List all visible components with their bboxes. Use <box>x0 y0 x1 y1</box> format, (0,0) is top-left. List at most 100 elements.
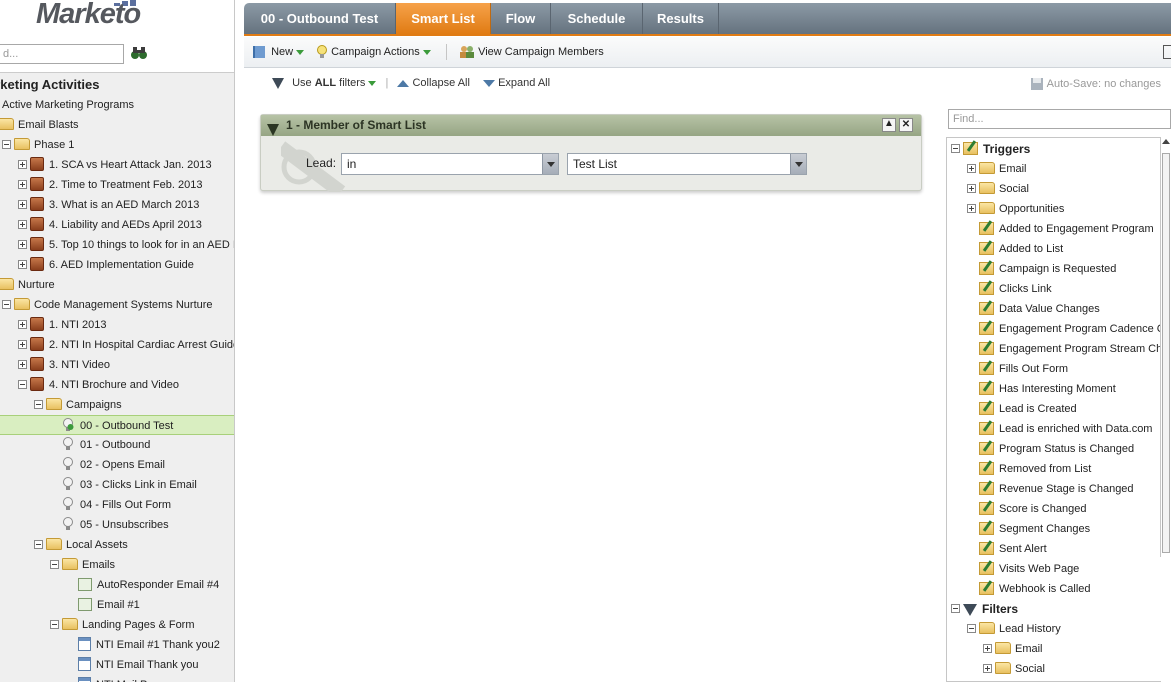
expand-icon[interactable] <box>18 359 27 369</box>
expand-icon[interactable] <box>18 199 27 209</box>
tree-item[interactable]: 04 - Fills Out Form <box>62 495 171 515</box>
trigger-item[interactable]: Fills Out Form <box>979 359 1068 379</box>
filter-folder[interactable]: Social <box>983 659 1045 679</box>
smart-list-select[interactable]: Test List <box>567 153 807 175</box>
trigger-item[interactable]: Sent Alert <box>979 539 1047 559</box>
tree-item[interactable]: Campaigns <box>34 395 122 415</box>
tree-item[interactable]: 3. NTI Video <box>18 355 110 375</box>
operator-select[interactable]: in <box>341 153 559 175</box>
trigger-folder[interactable]: Opportunities <box>967 199 1064 219</box>
trigger-item[interactable]: Removed from List <box>979 459 1091 479</box>
expand-icon[interactable] <box>18 339 27 349</box>
trigger-folder[interactable]: Email <box>967 159 1027 179</box>
tree-item[interactable]: Emails <box>50 555 115 575</box>
expand-all-button[interactable]: Expand All <box>483 77 550 89</box>
tree-item[interactable]: 4. Liability and AEDs April 2013 <box>18 215 202 235</box>
tree-item[interactable]: 2. NTI In Hospital Cardiac Arrest Guide <box>18 335 234 355</box>
filter-card-header[interactable]: 1 - Member of Smart List ▲ ✕ <box>261 115 921 136</box>
collapse-all-button[interactable]: Collapse All <box>397 77 473 89</box>
tree-item[interactable]: 6. AED Implementation Guide <box>18 255 194 275</box>
filter-folder[interactable]: Lead History <box>967 619 1061 639</box>
expand-icon[interactable] <box>18 159 27 169</box>
trigger-item[interactable]: Segment Changes <box>979 519 1090 539</box>
collapse-icon[interactable] <box>951 604 960 614</box>
collapse-icon[interactable] <box>34 399 43 409</box>
trigger-item[interactable]: Campaign is Requested <box>979 259 1116 279</box>
trigger-item[interactable]: Program Status is Changed <box>979 439 1134 459</box>
tree-item[interactable]: 05 - Unsubscribes <box>62 515 169 535</box>
binoculars-icon[interactable] <box>130 45 148 61</box>
expand-icon[interactable] <box>967 163 976 173</box>
tree-item[interactable]: AutoResponder Email #4 <box>78 575 219 595</box>
scroll-up-icon[interactable] <box>1162 139 1170 144</box>
tree-heading[interactable]: arketing Activities <box>0 75 100 95</box>
campaign-actions-button[interactable]: Campaign Actions <box>316 45 431 59</box>
trigger-item[interactable]: Score is Changed <box>979 499 1086 519</box>
expand-icon[interactable] <box>983 663 992 673</box>
collapse-icon[interactable] <box>2 299 11 309</box>
collapse-icon[interactable] <box>18 379 27 389</box>
tree-item[interactable]: 01 - Outbound <box>62 435 150 455</box>
filters-group[interactable]: Filters <box>951 599 1018 619</box>
trigger-folder[interactable]: Social <box>967 179 1029 199</box>
collapse-filter-button[interactable]: ▲ <box>882 118 896 132</box>
expand-icon[interactable] <box>18 239 27 249</box>
trigger-item[interactable]: Added to List <box>979 239 1063 259</box>
trigger-item[interactable]: Data Value Changes <box>979 299 1100 319</box>
collapse-icon[interactable] <box>50 559 59 569</box>
tree-item[interactable]: Landing Pages & Form <box>50 615 195 635</box>
expand-icon[interactable] <box>18 219 27 229</box>
tree-search-input[interactable]: d... <box>0 44 124 64</box>
tree-item[interactable]: Phase 1 <box>2 135 74 155</box>
tree-item[interactable]: Code Management Systems Nurture <box>2 295 213 315</box>
tree-item[interactable]: 03 - Clicks Link in Email <box>62 475 197 495</box>
expand-icon[interactable] <box>18 259 27 269</box>
expand-icon[interactable] <box>983 643 992 653</box>
tree-item[interactable]: 3. What is an AED March 2013 <box>18 195 199 215</box>
collapse-icon[interactable] <box>50 619 59 629</box>
new-menu-button[interactable]: New <box>252 45 305 59</box>
trigger-item[interactable]: Has Interesting Moment <box>979 379 1116 399</box>
tree-item[interactable]: 4. NTI Brochure and Video <box>18 375 179 395</box>
tab-flow[interactable]: Flow <box>491 3 551 34</box>
tree-item[interactable]: Local Assets <box>34 535 128 555</box>
tab-results[interactable]: Results <box>643 3 719 34</box>
collapse-icon[interactable] <box>951 144 960 154</box>
collapse-icon[interactable] <box>34 539 43 549</box>
tree-item[interactable]: Email #1 <box>78 595 140 615</box>
filter-folder[interactable]: Email <box>983 639 1043 659</box>
tree-item[interactable]: 1. SCA vs Heart Attack Jan. 2013 <box>18 155 212 175</box>
collapse-icon[interactable] <box>967 623 976 633</box>
trigger-item[interactable]: Visits Web Page <box>979 559 1079 579</box>
window-icon[interactable] <box>1163 45 1171 59</box>
trigger-item[interactable]: Engagement Program Stream Cha <box>979 339 1161 359</box>
tree-item[interactable]: Nurture <box>0 275 55 295</box>
tree-item[interactable]: NTI Email #1 Thank you2 <box>78 635 220 655</box>
chevron-down-icon[interactable] <box>542 154 558 174</box>
expand-icon[interactable] <box>967 183 976 193</box>
scroll-thumb[interactable] <box>1162 153 1170 553</box>
expand-icon[interactable] <box>18 319 27 329</box>
tree-item[interactable]: 1. NTI 2013 <box>18 315 106 335</box>
chevron-down-icon[interactable] <box>790 154 806 174</box>
trigger-item[interactable]: Clicks Link <box>979 279 1052 299</box>
trigger-item[interactable]: Lead is Created <box>979 399 1077 419</box>
trigger-item[interactable]: Engagement Program Cadence Ch <box>979 319 1161 339</box>
use-all-filters-button[interactable]: Use ALL filters <box>272 77 379 89</box>
view-campaign-members-button[interactable]: View Campaign Members <box>459 45 604 59</box>
tab-smart-list[interactable]: Smart List <box>396 3 491 34</box>
tab-schedule[interactable]: Schedule <box>551 3 643 34</box>
expand-icon[interactable] <box>18 179 27 189</box>
tree-item[interactable]: NTI Email Thank you <box>78 655 199 675</box>
tree-item[interactable]: NTI Mail Pa <box>78 675 153 682</box>
trigger-item[interactable]: Revenue Stage is Changed <box>979 479 1134 499</box>
find-trigger-input[interactable]: Find... <box>948 109 1171 129</box>
tree-item[interactable]: 2. Time to Treatment Feb. 2013 <box>18 175 202 195</box>
trigger-item[interactable]: Lead is enriched with Data.com <box>979 419 1152 439</box>
trigger-item[interactable]: Added to Engagement Program <box>979 219 1154 239</box>
tree-item[interactable]: Email Blasts <box>0 115 79 135</box>
trigger-item[interactable]: Webhook is Called <box>979 579 1091 599</box>
remove-filter-button[interactable]: ✕ <box>899 118 913 132</box>
tree-item[interactable]: Active Marketing Programs <box>2 95 134 115</box>
tree-item[interactable]: 5. Top 10 things to look for in an AED I <box>18 235 234 255</box>
